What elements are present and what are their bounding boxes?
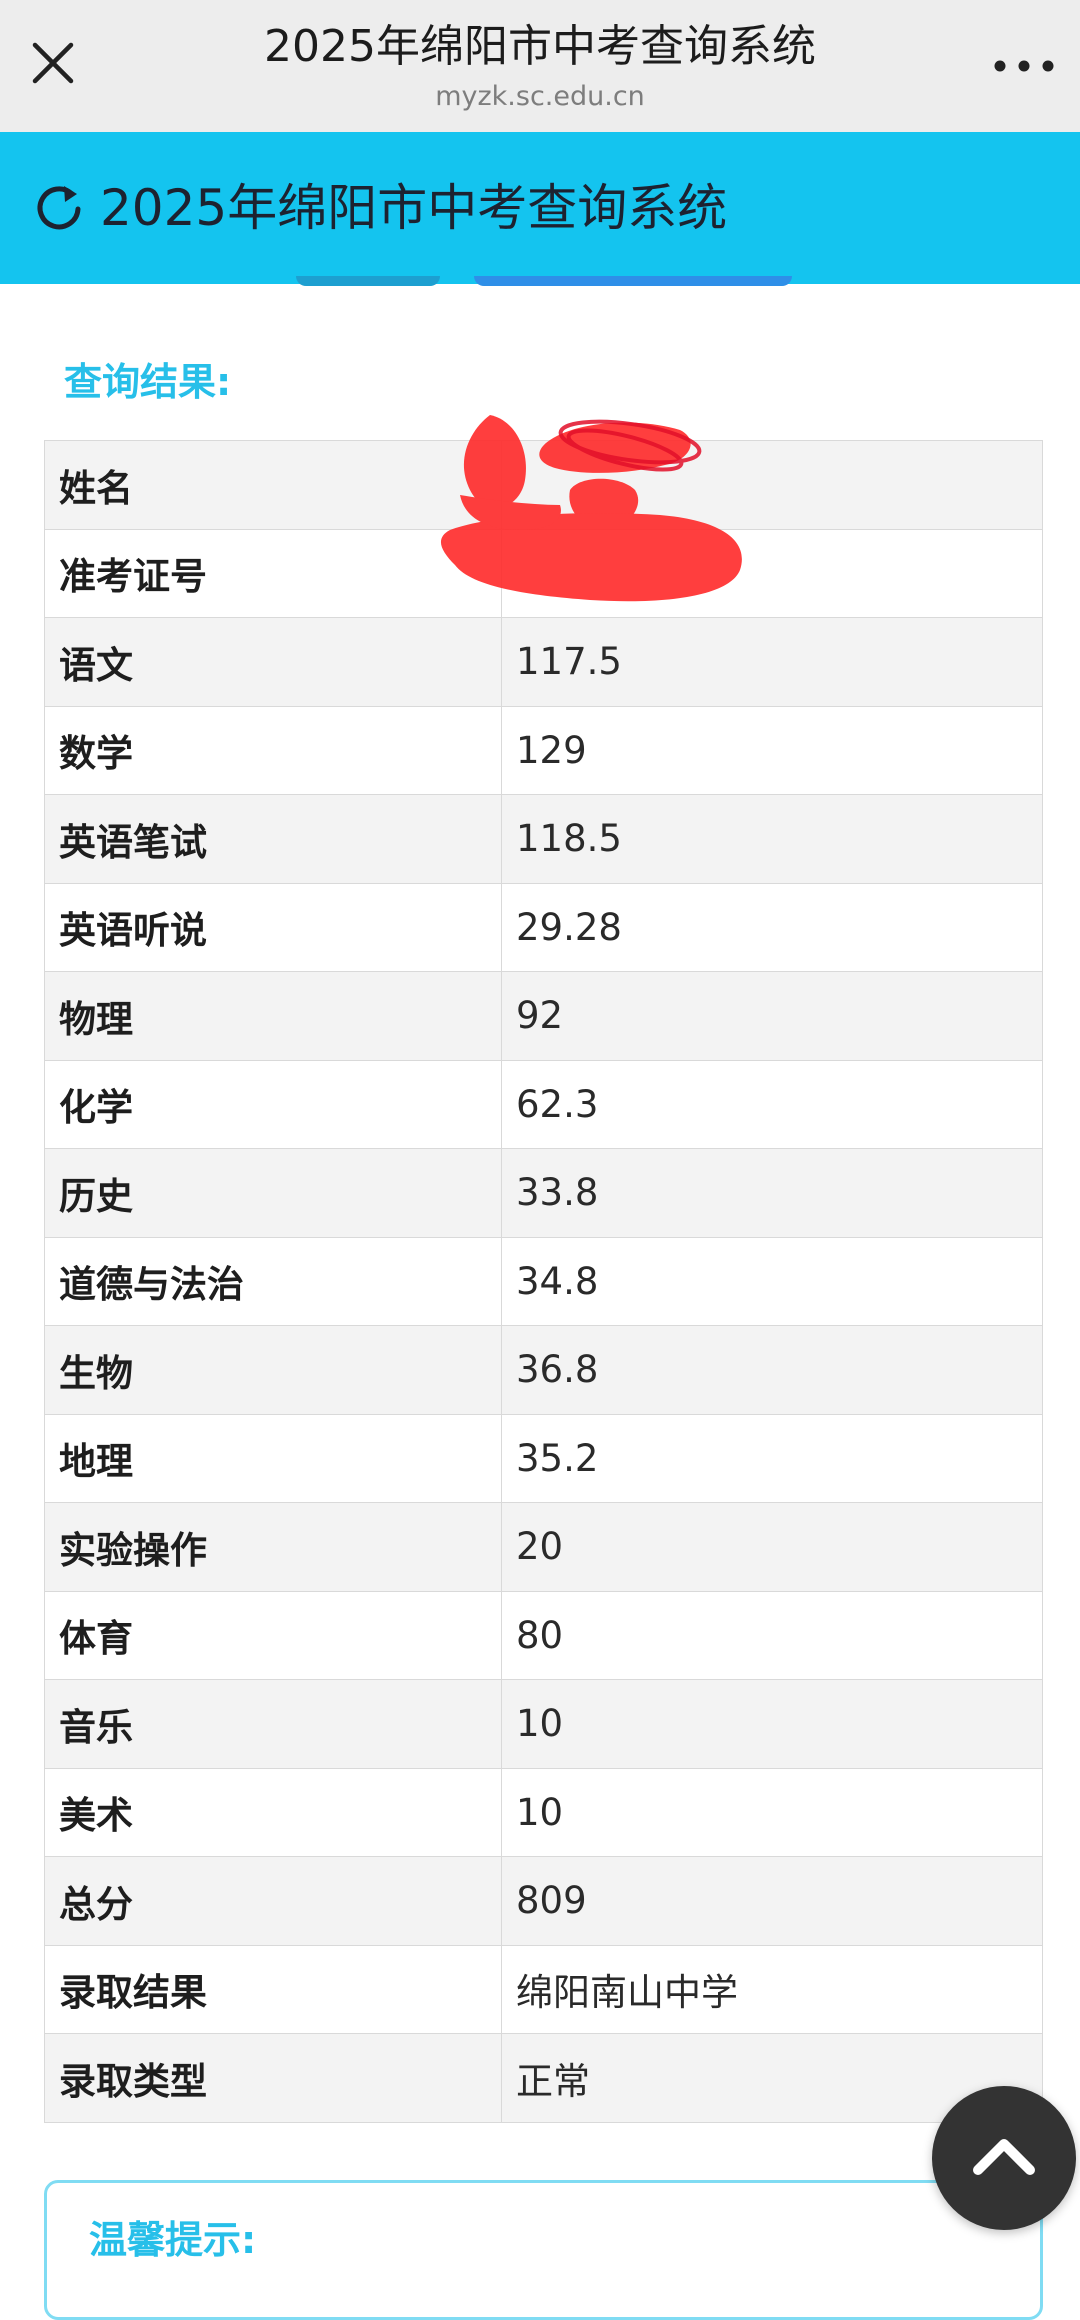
result-row: 道德与法治 34.8 <box>44 1236 1043 1326</box>
result-row-label: 物理 <box>44 971 502 1061</box>
result-row-label: 录取类型 <box>44 2033 502 2123</box>
result-row-value: 10 <box>501 1767 1043 1857</box>
result-row-value: 92 <box>501 971 1043 1061</box>
result-row-label: 化学 <box>44 1059 502 1149</box>
tips-heading: 温馨提示: <box>89 2218 257 2262</box>
result-row-value: 33.8 <box>501 1148 1043 1238</box>
browser-page-title: 2025年绵阳市中考查询系统 <box>264 21 816 72</box>
result-row: 历史 33.8 <box>44 1148 1043 1238</box>
result-row-value: 36.8 <box>501 1325 1043 1415</box>
result-row: 英语笔试 118.5 <box>44 794 1043 884</box>
result-row-label: 准考证号 <box>44 528 502 618</box>
more-icon <box>994 60 1054 72</box>
result-row-value <box>501 528 1043 618</box>
result-row-value: 117.5 <box>501 617 1043 707</box>
browser-url: myzk.sc.edu.cn <box>435 81 645 112</box>
result-row: 英语听说 29.28 <box>44 882 1043 972</box>
results-heading: 查询结果: <box>64 360 232 404</box>
result-row-value: 129 <box>501 705 1043 795</box>
result-row-label: 总分 <box>44 1856 502 1946</box>
result-row-value: 80 <box>501 1590 1043 1680</box>
result-row-label: 音乐 <box>44 1679 502 1769</box>
results-table: 姓名 准考证号 语文 117.5 数学 129 英语笔试 118.5 英语听说 29.28 物理 92… <box>44 440 1043 2123</box>
banner-title: 2025年绵阳市中考查询系统 <box>100 179 728 237</box>
result-row-label: 生物 <box>44 1325 502 1415</box>
result-row: 物理 92 <box>44 971 1043 1061</box>
result-row-value: 62.3 <box>501 1059 1043 1149</box>
result-row: 准考证号 <box>44 528 1043 618</box>
result-row-value: 20 <box>501 1502 1043 1592</box>
result-row-value: 35.2 <box>501 1413 1043 1503</box>
result-row: 美术 10 <box>44 1767 1043 1857</box>
result-row: 化学 62.3 <box>44 1059 1043 1149</box>
result-row: 录取类型 正常 <box>44 2033 1043 2123</box>
result-row-value: 34.8 <box>501 1236 1043 1326</box>
result-row-label: 地理 <box>44 1413 502 1503</box>
refresh-icon[interactable] <box>32 182 86 236</box>
result-row: 音乐 10 <box>44 1679 1043 1769</box>
result-row-value <box>501 440 1043 530</box>
result-row: 实验操作 20 <box>44 1502 1043 1592</box>
result-row: 体育 80 <box>44 1590 1043 1680</box>
result-row-label: 英语听说 <box>44 882 502 972</box>
result-row: 录取结果 绵阳南山中学 <box>44 1944 1043 2034</box>
browser-topbar: 2025年绵阳市中考查询系统 myzk.sc.edu.cn <box>0 0 1080 132</box>
result-row-label: 道德与法治 <box>44 1236 502 1326</box>
result-row-label: 姓名 <box>44 440 502 530</box>
result-row-value: 绵阳南山中学 <box>501 1944 1043 2034</box>
result-row-label: 语文 <box>44 617 502 707</box>
result-row-label: 英语笔试 <box>44 794 502 884</box>
tab-stub-left[interactable] <box>296 276 440 286</box>
result-row-label: 体育 <box>44 1590 502 1680</box>
tips-panel: 温馨提示: <box>44 2180 1043 2320</box>
result-row: 语文 117.5 <box>44 617 1043 707</box>
more-menu-button[interactable] <box>984 34 1064 96</box>
chevron-up-icon <box>973 2139 1035 2175</box>
result-row: 总分 809 <box>44 1856 1043 1946</box>
result-row-value: 118.5 <box>501 794 1043 884</box>
result-row: 姓名 <box>44 440 1043 530</box>
result-row-label: 美术 <box>44 1767 502 1857</box>
result-row-label: 录取结果 <box>44 1944 502 2034</box>
site-banner: 2025年绵阳市中考查询系统 <box>0 132 1080 284</box>
result-row-value: 10 <box>501 1679 1043 1769</box>
result-row-value: 29.28 <box>501 882 1043 972</box>
close-icon <box>32 42 74 84</box>
result-row-label: 实验操作 <box>44 1502 502 1592</box>
result-row-label: 历史 <box>44 1148 502 1238</box>
result-row: 数学 129 <box>44 705 1043 795</box>
close-button[interactable] <box>22 32 84 94</box>
result-row-value: 809 <box>501 1856 1043 1946</box>
scroll-to-top-button[interactable] <box>932 2086 1076 2230</box>
result-row: 地理 35.2 <box>44 1413 1043 1503</box>
result-row: 生物 36.8 <box>44 1325 1043 1415</box>
tab-stub-right[interactable] <box>474 276 792 286</box>
result-row-label: 数学 <box>44 705 502 795</box>
